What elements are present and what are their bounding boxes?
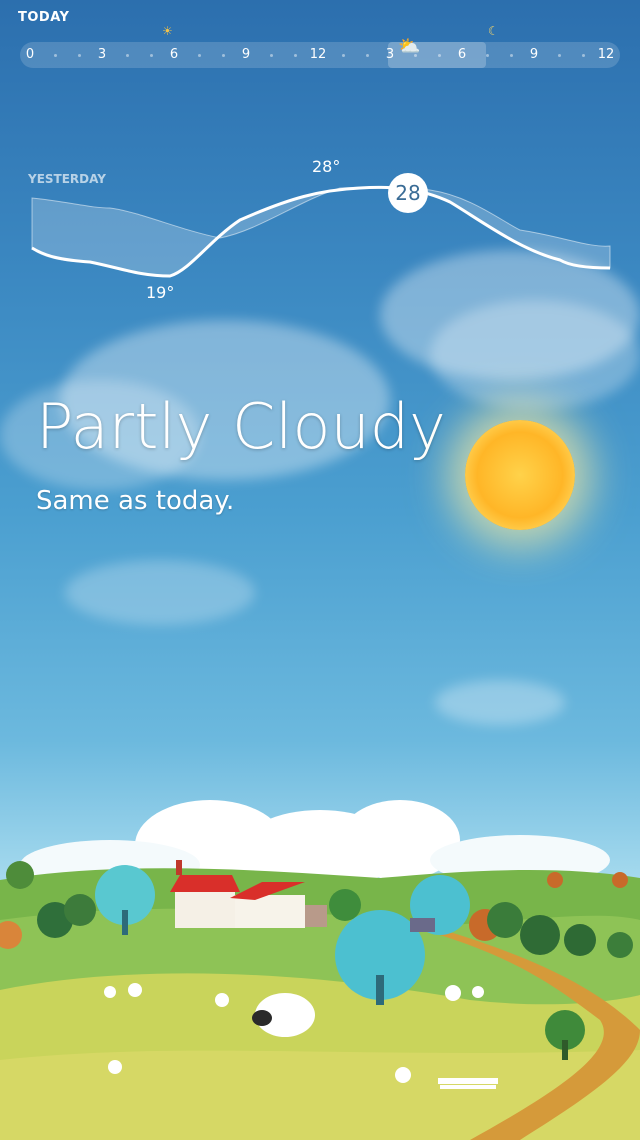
timeline-dot [222,54,225,57]
timeline-dot [438,54,441,57]
flower [472,986,484,998]
fence [438,1078,498,1084]
tree-trunk [122,910,128,935]
house-roof [170,875,240,892]
timeline-dot [486,54,489,57]
high-temp-label: 28° [312,157,341,176]
cloud [435,680,565,725]
tree [64,894,96,926]
timeline-dot [510,54,513,57]
cloud [430,300,640,410]
yesterday-temperature-area [31,186,611,277]
tree-trunk [562,1040,568,1060]
weather-condition: Partly Cloudy [36,390,446,463]
timeline-dot [582,54,585,57]
timeline-tick: 3 [385,47,395,62]
house [235,895,305,928]
front-hill [0,1050,640,1140]
tree [329,889,361,921]
timeline-tick: 12 [309,47,327,62]
timeline-tick: 9 [241,47,251,62]
timeline-dot [150,54,153,57]
hourly-timeline[interactable]: ☀ ⛅ ☾ 0 3 6 9 12 3 6 9 12 [20,24,620,68]
tree [607,932,633,958]
timeline-tick: 0 [25,47,35,62]
tree-trunk [376,975,384,1005]
weather-comparison: Same as today. [36,486,235,516]
timeline-dot [78,54,81,57]
tree [487,902,523,938]
tree [6,861,34,889]
timeline-dot [558,54,561,57]
flower [395,1067,411,1083]
chimney [176,860,182,875]
tree [520,915,560,955]
house [175,890,235,928]
timeline-tick: 6 [169,47,179,62]
timeline-dot [54,54,57,57]
current-temp-badge[interactable]: 28 [388,173,428,213]
flower [445,985,461,1001]
timeline-dot [342,54,345,57]
timeline-tick: 3 [97,47,107,62]
flower [104,986,116,998]
moon-icon: ☾ [488,24,499,38]
landscape-illustration [0,800,640,1140]
flower [128,983,142,997]
tree [547,872,563,888]
timeline-dot [366,54,369,57]
flower [108,1060,122,1074]
timeline-dot [198,54,201,57]
sun-icon [465,420,575,530]
flower [215,993,229,1007]
timeline-tick: 6 [457,47,467,62]
tree [564,924,596,956]
timeline-tick: 12 [597,47,615,62]
tree [612,872,628,888]
timeline-dot [294,54,297,57]
cloud [65,560,255,625]
sunrise-icon: ☀ [162,24,173,38]
fence [440,1085,496,1089]
low-temp-label: 19° [146,283,175,302]
sheep-head [252,1010,272,1026]
timeline-tick: 9 [529,47,539,62]
house [410,918,435,932]
timeline-dot [126,54,129,57]
timeline-dot [414,54,417,57]
today-header: TODAY [18,10,70,25]
timeline-dot [270,54,273,57]
house [305,905,327,927]
